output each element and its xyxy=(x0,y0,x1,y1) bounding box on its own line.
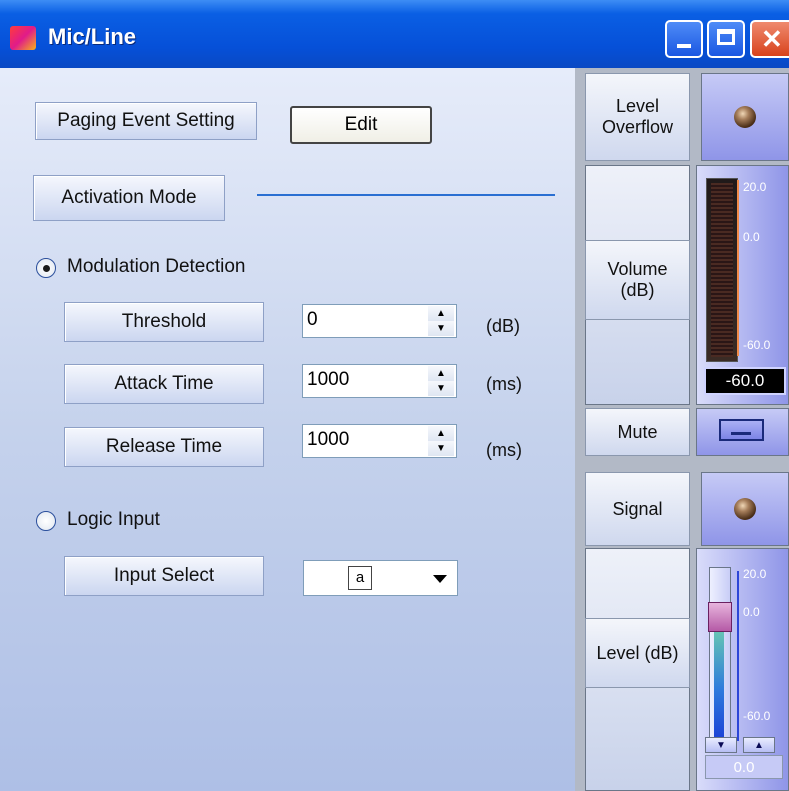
decrement-arrow-icon[interactable]: ▼ xyxy=(428,381,454,396)
activation-mode-label: Activation Mode xyxy=(33,175,225,221)
led-icon xyxy=(734,498,756,520)
level-overflow-indicator xyxy=(701,73,789,161)
increment-arrow-icon[interactable]: ▲ xyxy=(428,306,454,321)
modulation-detection-radio[interactable] xyxy=(36,258,56,278)
chevron-down-icon: ▼ xyxy=(716,739,726,751)
level-scale-max: 20.0 xyxy=(743,567,767,581)
release-time-unit: (ms) xyxy=(486,440,522,460)
mic-line-window: Mic/Line ✕ Paging Event Setting Edit Act… xyxy=(0,0,789,791)
mute-button[interactable] xyxy=(696,408,789,456)
app-icon xyxy=(10,26,36,50)
modulation-detection-label: Modulation Detection xyxy=(67,256,246,277)
level-label: Level (dB) xyxy=(585,618,690,688)
decrement-arrow-icon[interactable]: ▼ xyxy=(428,321,454,336)
increment-arrow-icon[interactable]: ▲ xyxy=(428,366,454,381)
volume-scale-zero: 0.0 xyxy=(743,230,760,244)
increment-arrow-icon[interactable]: ▲ xyxy=(428,426,454,441)
level-decrease-button[interactable]: ▼ xyxy=(705,737,737,753)
release-time-value: 1000 xyxy=(307,429,350,450)
mute-label: Mute xyxy=(585,408,690,456)
input-select-label: Input Select xyxy=(64,556,264,596)
level-readout: 0.0 xyxy=(705,755,783,779)
title-bar[interactable]: Mic/Line ✕ xyxy=(0,0,789,68)
level-overflow-label: Level Overflow xyxy=(585,73,690,161)
threshold-spinner[interactable]: 0 ▲ ▼ xyxy=(302,304,457,338)
threshold-label: Threshold xyxy=(64,302,264,342)
input-select-dropdown[interactable]: a xyxy=(303,560,458,596)
decrement-arrow-icon[interactable]: ▼ xyxy=(428,441,454,456)
level-fader[interactable] xyxy=(708,567,732,747)
volume-scale-max: 20.0 xyxy=(743,180,767,194)
fader-knob[interactable] xyxy=(708,602,732,632)
volume-meter-panel: 20.0 0.0 -60.0 -60.0 xyxy=(696,165,789,405)
edit-button[interactable]: Edit xyxy=(290,106,432,144)
window-title: Mic/Line xyxy=(48,24,137,49)
logic-input-radio[interactable] xyxy=(36,511,56,531)
volume-scale-min: -60.0 xyxy=(743,338,771,352)
level-increase-button[interactable]: ▲ xyxy=(743,737,775,753)
minimize-button[interactable] xyxy=(665,20,703,58)
level-fader-panel: 20.0 0.0 -60.0 ▼ ▲ 0.0 xyxy=(696,548,789,791)
maximize-button[interactable] xyxy=(707,20,745,58)
attack-time-label: Attack Time xyxy=(64,364,264,404)
logic-input-label: Logic Input xyxy=(67,509,160,530)
volume-meter xyxy=(706,178,738,362)
divider xyxy=(257,194,555,196)
threshold-value: 0 xyxy=(307,309,318,330)
paging-event-setting-label: Paging Event Setting xyxy=(35,102,257,140)
threshold-unit: (dB) xyxy=(486,316,521,336)
attack-time-value: 1000 xyxy=(307,369,350,390)
close-button[interactable]: ✕ xyxy=(750,20,789,58)
led-icon xyxy=(734,106,756,128)
document-icon: a xyxy=(348,566,372,590)
close-icon: ✕ xyxy=(761,24,783,54)
level-scale-min: -60.0 xyxy=(743,709,771,723)
release-time-label: Release Time xyxy=(64,427,264,467)
signal-label: Signal xyxy=(585,472,690,546)
release-time-spinner[interactable]: 1000 ▲ ▼ xyxy=(302,424,457,458)
level-scale-zero: 0.0 xyxy=(743,605,760,619)
chevron-down-icon[interactable] xyxy=(433,575,447,583)
volume-readout: -60.0 xyxy=(704,367,786,395)
volume-label: Volume (dB) xyxy=(585,240,690,320)
channel-strip: Level Overflow Volume (dB) 20.0 0.0 -60.… xyxy=(575,68,789,791)
chevron-up-icon: ▲ xyxy=(754,739,764,751)
attack-time-unit: (ms) xyxy=(486,374,522,394)
signal-indicator xyxy=(701,472,789,546)
settings-panel: Paging Event Setting Edit Activation Mod… xyxy=(0,68,575,791)
attack-time-spinner[interactable]: 1000 ▲ ▼ xyxy=(302,364,457,398)
mute-toggle-icon xyxy=(719,419,764,441)
